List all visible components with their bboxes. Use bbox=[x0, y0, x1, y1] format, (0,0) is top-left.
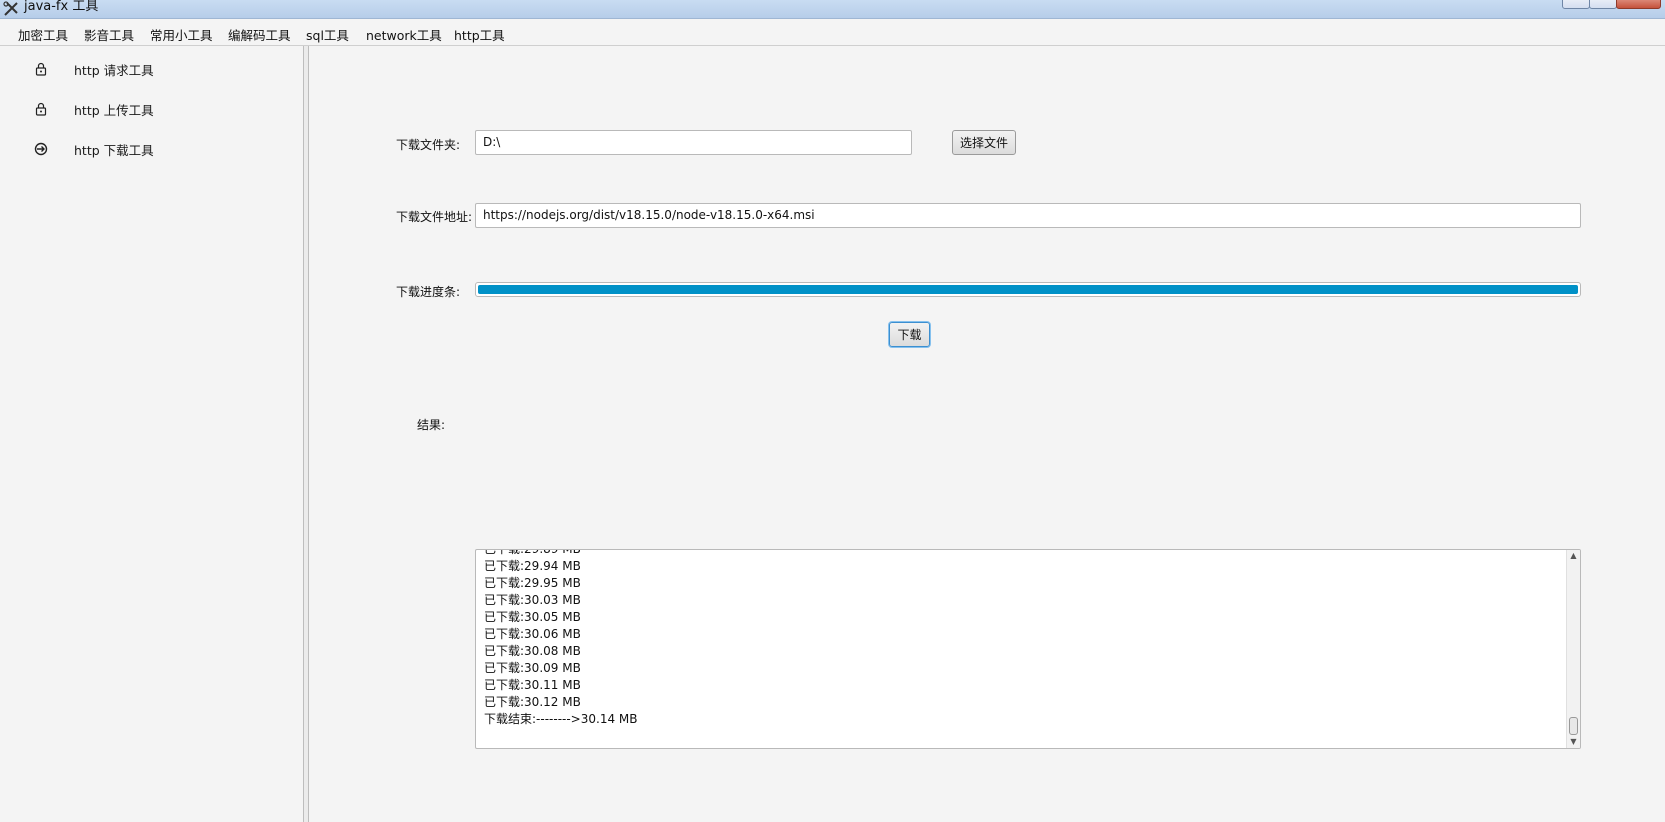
download-panel: 下载文件夹: D:\ 选择文件 下载文件地址: https://nodejs.o… bbox=[310, 46, 1665, 822]
result-line: 已下载:30.03 MB bbox=[484, 593, 581, 607]
folder-label: 下载文件夹: bbox=[396, 138, 461, 152]
result-line: 已下载:30.12 MB bbox=[484, 695, 581, 709]
menu-common-tools[interactable]: 常用小工具 bbox=[150, 25, 213, 44]
menu-bar: 加密工具 影音工具 常用小工具 编解码工具 sql工具 network工具 ht… bbox=[0, 19, 1665, 46]
result-scrollbar[interactable]: ▲ ▼ bbox=[1566, 550, 1580, 748]
result-line: 已下载:30.11 MB bbox=[484, 678, 581, 692]
sidebar-item-http-upload[interactable]: http 上传工具 bbox=[0, 96, 300, 126]
menu-network-tools[interactable]: network工具 bbox=[366, 25, 442, 44]
scroll-down-icon[interactable]: ▼ bbox=[1569, 738, 1578, 746]
result-line: 已下载:29.95 MB bbox=[484, 576, 581, 590]
download-progress-bar bbox=[475, 282, 1581, 297]
split-divider[interactable] bbox=[303, 46, 309, 822]
maximize-button[interactable] bbox=[1589, 0, 1617, 9]
result-line: 已下载:30.05 MB bbox=[484, 610, 581, 624]
download-icon bbox=[34, 142, 48, 156]
progress-fill bbox=[478, 285, 1578, 294]
result-line: 已下载:29.89 MB bbox=[484, 549, 581, 556]
menu-encrypt-tools[interactable]: 加密工具 bbox=[18, 25, 68, 44]
menu-codec-tools[interactable]: 编解码工具 bbox=[228, 25, 291, 44]
sidebar-item-label: http 请求工具 bbox=[74, 63, 154, 78]
close-button[interactable] bbox=[1616, 0, 1661, 9]
result-line: 已下载:30.06 MB bbox=[484, 627, 581, 641]
sidebar-item-http-download[interactable]: http 下载工具 bbox=[0, 136, 300, 166]
window-title: java-fx 工具 bbox=[24, 0, 99, 14]
scroll-thumb[interactable] bbox=[1569, 717, 1578, 735]
choose-file-button[interactable]: 选择文件 bbox=[952, 130, 1016, 155]
result-log: 已下载:29.89 MB 已下载:29.94 MB 已下载:29.95 MB 已下载:… bbox=[484, 549, 638, 728]
result-line: 已下载:30.09 MB bbox=[484, 661, 581, 675]
menu-media-tools[interactable]: 影音工具 bbox=[84, 25, 134, 44]
folder-field[interactable]: D:\ bbox=[475, 130, 912, 155]
scroll-up-icon[interactable]: ▲ bbox=[1569, 552, 1578, 560]
tools-icon bbox=[3, 1, 18, 16]
progress-label: 下载进度条: bbox=[396, 285, 461, 299]
url-field[interactable]: https://nodejs.org/dist/v18.15.0/node-v1… bbox=[475, 203, 1581, 228]
sidebar-item-label: http 上传工具 bbox=[74, 103, 154, 118]
url-label: 下载文件地址: bbox=[396, 210, 473, 224]
lock-icon bbox=[35, 62, 47, 76]
minimize-button[interactable] bbox=[1562, 0, 1590, 9]
result-textarea[interactable]: 已下载:29.89 MB 已下载:29.94 MB 已下载:29.95 MB 已下载:… bbox=[475, 549, 1581, 749]
result-line: 已下载:29.94 MB bbox=[484, 559, 581, 573]
sidebar-item-label: http 下载工具 bbox=[74, 143, 154, 158]
download-button[interactable]: 下载 bbox=[889, 322, 930, 347]
result-line: 下载结束:-------->30.14 MB bbox=[484, 712, 638, 726]
result-label: 结果: bbox=[417, 418, 446, 432]
menu-sql-tools[interactable]: sql工具 bbox=[306, 25, 349, 44]
result-line: 已下载:30.08 MB bbox=[484, 644, 581, 658]
menu-http-tools[interactable]: http工具 bbox=[454, 25, 505, 44]
sidebar-item-http-request[interactable]: http 请求工具 bbox=[0, 56, 300, 86]
sidebar: http 请求工具 http 上传工具 http 下载工具 bbox=[0, 46, 304, 822]
window-titlebar: java-fx 工具 bbox=[0, 0, 1665, 19]
lock-icon bbox=[35, 102, 47, 116]
